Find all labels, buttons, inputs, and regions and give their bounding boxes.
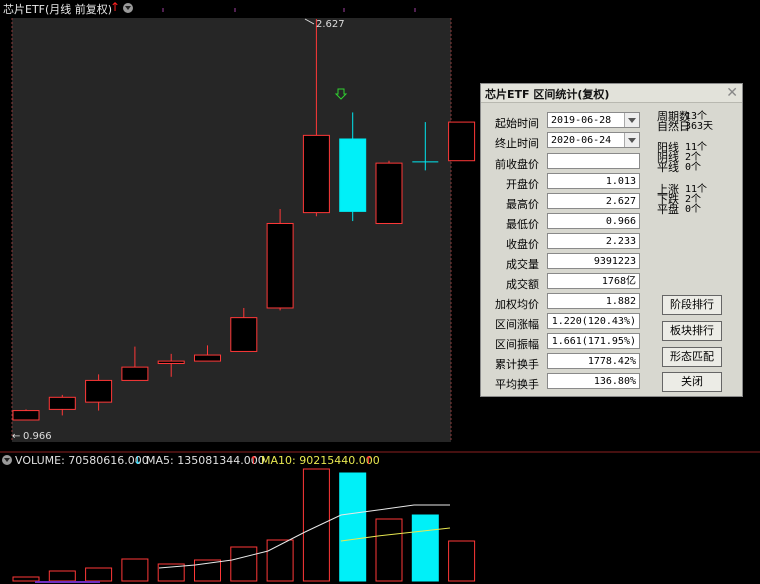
stat-label: 前收盘价	[495, 158, 539, 171]
stat-value-field: 1.661(171.95%)	[547, 333, 640, 349]
stat-label: 最高价	[506, 198, 539, 211]
stat-label: 成交量	[506, 258, 539, 271]
candle-body	[157, 360, 185, 365]
volume-bar	[12, 576, 40, 582]
stat-value-field: 0.966	[547, 213, 640, 229]
stat-value-field: 9391223	[547, 253, 640, 269]
volume-options-dropdown-icon[interactable]	[2, 455, 12, 465]
stat-value-field: 136.80%	[547, 373, 640, 389]
stat-label: 区间涨幅	[495, 318, 539, 331]
stat-value-field: 1.013	[547, 173, 640, 189]
volume-label: VOLUME: 70580616.000	[15, 454, 149, 467]
ma10-label: MA10: 90215440.000	[261, 454, 380, 467]
stat-label: 最低价	[506, 218, 539, 231]
stat-label: 终止时间	[495, 137, 539, 150]
stat-value-field: 1768亿	[547, 273, 640, 289]
stat-label: 加权均价	[495, 298, 539, 311]
stat-value-field: 1.882	[547, 293, 640, 309]
plot-area	[12, 18, 451, 442]
volume-bar	[85, 567, 113, 582]
candle-body	[375, 162, 403, 224]
interval-stats-dialog: 芯片ETF 区间统计(复权) ✕ 起始时间 2019-06-28 终止时间 2020-…	[480, 83, 743, 397]
volume-bar	[48, 570, 76, 582]
sector-ranking-button[interactable]: 板块排行	[662, 321, 722, 341]
count-stat-label: 平线	[657, 161, 679, 174]
count-stat-value: 0个	[685, 162, 702, 173]
volume-bar	[411, 514, 439, 582]
count-stat-label: 平盘	[657, 203, 679, 216]
volume-bar	[375, 518, 403, 582]
date-combo[interactable]: 2019-06-28	[547, 112, 640, 128]
volume-bar	[121, 558, 149, 582]
top-ticks	[162, 8, 416, 12]
chevron-down-icon[interactable]	[624, 133, 639, 147]
candle-body	[12, 410, 40, 421]
chevron-down-icon[interactable]	[624, 113, 639, 127]
close-button[interactable]: 关闭	[662, 372, 722, 392]
stat-value-field: 1778.42%	[547, 353, 640, 369]
volume-bar	[339, 472, 367, 582]
date-combo[interactable]: 2020-06-24	[547, 132, 640, 148]
stat-label: 收盘价	[506, 238, 539, 251]
candle-body	[194, 354, 221, 362]
volume-bar	[230, 546, 258, 582]
stat-value-field	[547, 153, 640, 169]
volume-bar	[302, 468, 330, 582]
ma10-up-arrow-icon: ↑	[364, 454, 374, 467]
volume-down-arrow-icon: ↓	[133, 454, 143, 467]
count-stat: 自然日 363天	[657, 121, 713, 132]
dialog-title: 芯片ETF 区间统计(复权)	[485, 88, 610, 101]
candle-body	[339, 138, 367, 212]
stat-value-field: 1.220(120.43%)	[547, 313, 640, 329]
stat-label: 累计换手	[495, 358, 539, 371]
count-stat: 平盘 0个	[657, 203, 701, 216]
count-stat-value: 0个	[685, 204, 702, 215]
dialog-title-bar[interactable]: 芯片ETF 区间统计(复权) ✕	[481, 84, 742, 103]
stage-ranking-button[interactable]: 阶段排行	[662, 295, 722, 315]
low-price-label: 0.966	[23, 431, 52, 442]
candle-body	[85, 379, 113, 403]
candle-body	[121, 366, 149, 381]
ma5-up-arrow-icon: ↑	[249, 454, 259, 467]
candle-body	[448, 121, 476, 162]
high-price-label: 2.627	[316, 19, 345, 30]
volume-bar	[266, 539, 294, 582]
pattern-match-button[interactable]: 形态匹配	[662, 347, 722, 367]
candle-body	[302, 134, 330, 214]
count-stat: 平线 0个	[657, 161, 701, 174]
stat-label: 区间振幅	[495, 338, 539, 351]
stat-label: 平均换手	[495, 378, 539, 391]
close-icon[interactable]: ✕	[726, 85, 738, 101]
stat-label: 成交额	[506, 278, 539, 291]
candle-body	[266, 222, 294, 309]
candle-body	[230, 317, 258, 352]
candle-body	[48, 396, 76, 410]
count-stat-value: 363天	[685, 121, 714, 132]
volume-bar	[448, 540, 476, 582]
stat-value-field: 2.627	[547, 193, 640, 209]
stat-label: 起始时间	[495, 117, 539, 130]
stat-label: 开盘价	[506, 178, 539, 191]
ma5-label: MA5: 135081344.000	[146, 454, 265, 467]
low-price-label-arrow: ←	[12, 431, 20, 442]
stat-value-field: 2.233	[547, 233, 640, 249]
